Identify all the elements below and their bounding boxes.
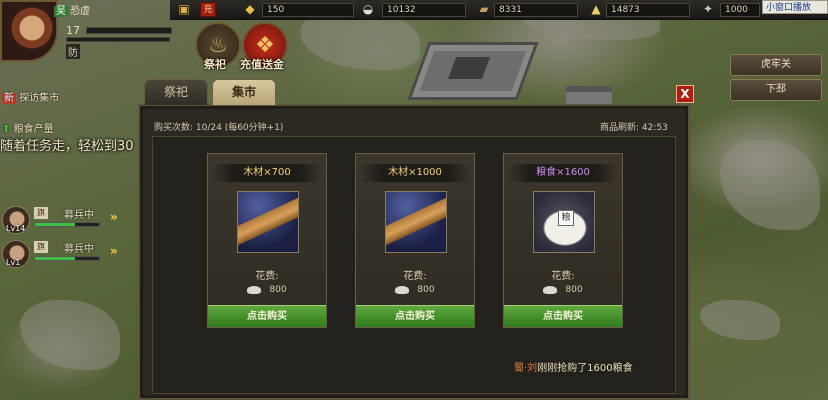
recharge-button[interactable]: 充 [200,2,216,17]
explore-market-label: 探访集市 [19,93,60,104]
experience-bar [86,27,172,34]
city-button-xiapi[interactable]: 下邳 [730,79,822,101]
double-arrow-icon[interactable]: » [110,244,118,258]
new-badge: 新 [2,93,16,104]
stamina-bar [66,37,170,42]
food-production-link[interactable]: ⬆ 粮食产量 [2,120,54,135]
food-production-label: 粮食产量 [13,124,54,135]
price-value: 800 [269,285,287,295]
troop-status: 募兵中 [64,244,94,255]
troop-level: Lv1 [6,258,21,267]
item-title: 木材×1000 [360,164,470,182]
player-level: 17 [66,24,80,37]
cost-label: 花费: [403,271,427,282]
cost-label: 花费: [551,271,575,282]
wood-item-icon [385,191,447,253]
faction-flag: 吴 [54,6,68,17]
silver-icon: ◒ [362,2,374,16]
item-price: 800 [356,285,474,295]
wood-value: 8331 [494,3,578,17]
notice-user[interactable]: 蜀·刘 [514,363,537,374]
wood-item-icon [237,191,299,253]
cost-label: 花费: [255,271,279,282]
iron-value: 1000 [720,3,760,17]
silver-icon [395,285,410,294]
item-price: 800 [208,285,326,295]
buy-button[interactable]: 点击购买 [356,305,474,327]
market-item-card: 木材×1000 花费: 800 点击购买 [355,153,475,328]
mountain [700,300,780,340]
item-title: 木材×700 [212,164,322,182]
quest-hint-text: 随着任务走，轻松到30 [0,139,134,154]
troop-slot[interactable]: Lv1 旗 募兵中 » [2,240,130,274]
mountain [20,300,120,370]
purchase-count: 购买次数: 10/24 (每60分钟+1) [154,123,284,133]
guard-badge: 防 [66,44,80,59]
price-value: 800 [565,285,583,295]
troop-level: Lv14 [6,224,26,233]
silver-icon [543,285,558,294]
purchase-notice: 蜀·刘刚刚抢购了1600粮食 [514,359,633,374]
tab-market[interactable]: 集市 [212,79,276,105]
wood-icon: ▰ [479,2,489,16]
silver-value: 10132 [382,3,466,17]
explore-market-link[interactable]: 新 探访集市 [2,89,59,104]
popup-window-button[interactable]: 小窗口播放 [762,0,828,14]
gold-icon: ◆ [245,2,255,16]
market-item-card: 粮食×1600 花费: 800 点击购买 [503,153,623,328]
iron-icon: ✦ [702,2,714,16]
player-avatar[interactable] [0,0,58,62]
recharge-gift-label: 充值送金 [240,58,284,71]
buy-button[interactable]: 点击购买 [504,305,622,327]
price-value: 800 [417,285,435,295]
troop-flag-icon: 旗 [34,207,48,219]
troop-flag-icon: 旗 [34,241,48,253]
troop-progress-bar [34,222,100,227]
market-item-card: 木材×700 花费: 800 点击购买 [207,153,327,328]
close-button[interactable]: X [676,85,694,103]
grain-icon: ▲ [591,2,601,16]
grain-value: 14873 [606,3,690,17]
gold-ingot-icon: ▣ [178,2,190,16]
city-button-hulaoguan[interactable]: 虎牢关 [730,54,822,76]
troop-status: 募兵中 [64,210,94,221]
fortress-building[interactable] [407,42,539,100]
double-arrow-icon[interactable]: » [110,210,118,224]
item-title: 粮食×1600 [508,164,618,182]
silver-icon [247,285,262,294]
item-price: 800 [504,285,622,295]
refresh-timer: 商品刷新: 42:53 [600,123,668,133]
popup-window-label: 小窗口播放 [766,3,812,13]
player-name-text: 恐虚 [70,6,90,17]
gold-value: 150 [262,3,354,17]
troop-progress-bar [34,256,100,261]
sacrifice-icon-label: 祭祀 [204,58,226,71]
grain-sack-icon [533,191,595,253]
buy-button[interactable]: 点击购买 [208,305,326,327]
arrow-up-icon: ⬆ [2,124,11,135]
troop-slot[interactable]: Lv14 旗 募兵中 » [2,206,130,240]
mountain [720,140,820,230]
tab-sacrifice[interactable]: 祭祀 [144,79,208,105]
player-name: 吴恐虚 [54,2,90,17]
notice-text: 刚刚抢购了1600粮食 [537,363,633,374]
